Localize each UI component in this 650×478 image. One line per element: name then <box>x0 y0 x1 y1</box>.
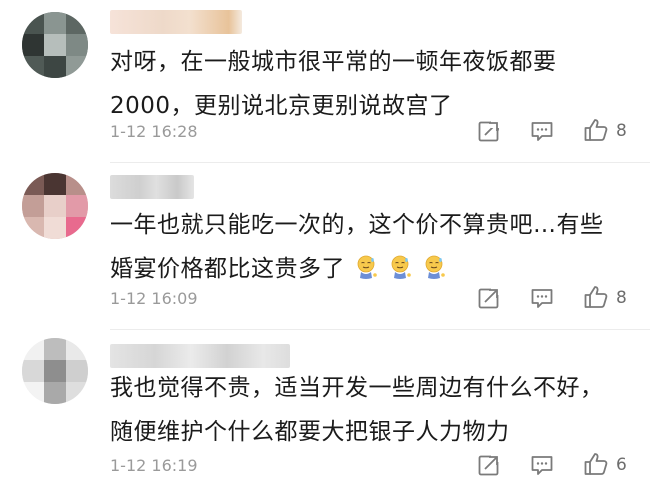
forward-button[interactable] <box>477 119 501 143</box>
comment-text-line: 对呀，在一般城市很平常的一顿年夜饭都要 <box>110 49 557 75</box>
comment-text: 一年也就只能吃一次的，这个价不算贵吧…有些 婚宴价格都比这贵多了 <box>110 203 640 296</box>
comment-text-line: 一年也就只能吃一次的，这个价不算贵吧…有些 <box>110 212 604 238</box>
like-icon <box>584 119 608 141</box>
comment-item: 一年也就只能吃一次的，这个价不算贵吧…有些 婚宴价格都比这贵多了 1-12 16… <box>0 163 650 330</box>
forward-button[interactable] <box>477 286 501 310</box>
comment-icon <box>531 122 553 141</box>
comment-text-line: 我也觉得不贵，适当开发一些周边有什么不好， <box>110 375 604 401</box>
comment-button[interactable] <box>530 453 554 477</box>
comment-text: 对呀，在一般城市很平常的一顿年夜饭都要 2000，更别说北京更别说故宫了 <box>110 40 640 128</box>
comment-button[interactable] <box>530 286 554 310</box>
username-blurred[interactable] <box>110 175 194 199</box>
comment-text: 我也觉得不贵，适当开发一些周边有什么不好， 随便维护个什么都要大把银子人力物力 <box>110 366 640 454</box>
sweat-smile-emoji <box>355 252 379 296</box>
like-button[interactable] <box>583 117 609 143</box>
comment-icon <box>531 456 553 475</box>
comment-item: 对呀，在一般城市很平常的一顿年夜饭都要 2000，更别说北京更别说故宫了 1-1… <box>0 0 650 163</box>
forward-icon <box>478 453 501 476</box>
comment-item: 我也觉得不贵，适当开发一些周边有什么不好， 随便维护个什么都要大把银子人力物力 … <box>0 330 650 478</box>
avatar[interactable] <box>22 173 88 239</box>
like-count: 8 <box>616 288 627 308</box>
comment-icon <box>531 289 553 308</box>
comment-text-line: 随便维护个什么都要大把银子人力物力 <box>110 419 510 445</box>
sweat-smile-emoji <box>423 252 447 296</box>
forward-icon <box>478 286 501 309</box>
like-count: 6 <box>616 455 627 475</box>
comment-button[interactable] <box>530 119 554 143</box>
like-button[interactable] <box>583 284 609 310</box>
like-count: 8 <box>616 121 627 141</box>
timestamp: 1-12 16:19 <box>110 456 198 475</box>
username-blurred[interactable] <box>110 10 242 34</box>
like-button[interactable] <box>583 451 609 477</box>
forward-icon <box>478 119 501 142</box>
username-blurred[interactable] <box>110 344 290 368</box>
avatar[interactable] <box>22 338 88 404</box>
like-icon <box>584 453 608 475</box>
comment-text-line: 婚宴价格都比这贵多了 <box>110 256 345 282</box>
forward-button[interactable] <box>477 453 501 477</box>
sweat-smile-emoji <box>389 252 413 296</box>
timestamp: 1-12 16:28 <box>110 122 198 141</box>
like-icon <box>584 286 608 308</box>
timestamp: 1-12 16:09 <box>110 289 198 308</box>
avatar[interactable] <box>22 12 88 78</box>
